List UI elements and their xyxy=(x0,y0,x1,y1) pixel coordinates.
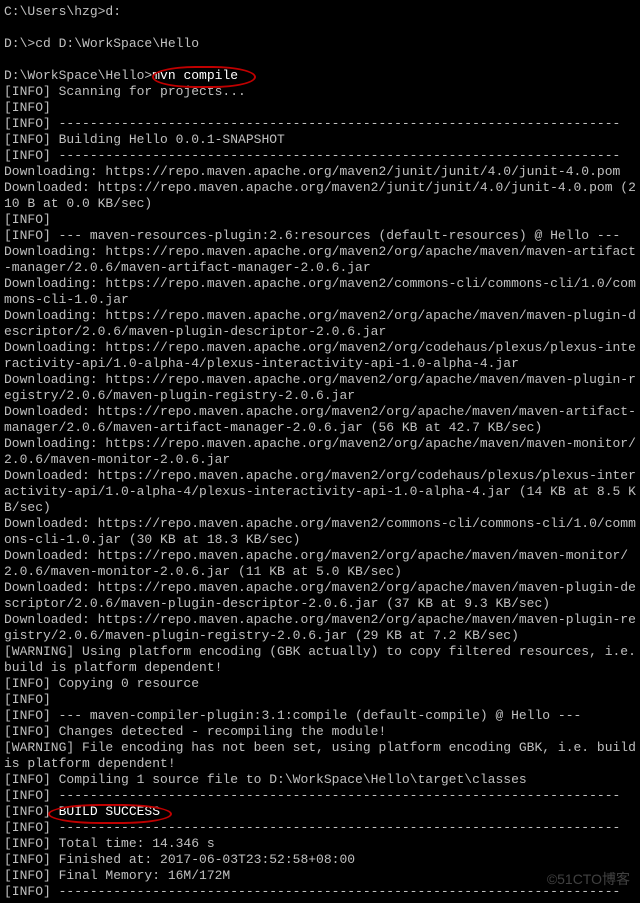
output-line: [INFO] Changes detected - recompiling th… xyxy=(4,724,386,739)
output-line: [INFO] Building Hello 0.0.1-SNAPSHOT xyxy=(4,132,285,147)
output-line: Downloaded: https://repo.maven.apache.or… xyxy=(4,516,636,547)
output-line: Downloading: https://repo.maven.apache.o… xyxy=(4,276,636,307)
terminal-output[interactable]: C:\Users\hzg>d: D:\>cd D:\WorkSpace\Hell… xyxy=(0,0,640,900)
output-line: Downloaded: https://repo.maven.apache.or… xyxy=(4,404,636,435)
prompt-line: D:\>cd D:\WorkSpace\Hello xyxy=(4,36,199,51)
output-line: [INFO] --- maven-compiler-plugin:3.1:com… xyxy=(4,708,581,723)
output-line: Downloaded: https://repo.maven.apache.or… xyxy=(4,180,636,211)
output-line: [INFO] Copying 0 resource xyxy=(4,676,199,691)
output-line: [INFO] xyxy=(4,100,51,115)
output-line: [INFO] xyxy=(4,212,51,227)
prompt-prefix: D:\WorkSpace\Hello> xyxy=(4,68,152,83)
success-prefix: [INFO] xyxy=(4,804,59,819)
output-line: Downloaded: https://repo.maven.apache.or… xyxy=(4,548,628,579)
output-line: [INFO] xyxy=(4,692,51,707)
output-line: Downloading: https://repo.maven.apache.o… xyxy=(4,308,636,339)
typed-command: mvn compile xyxy=(152,68,238,83)
output-line: [INFO] Final Memory: 16M/172M xyxy=(4,868,230,883)
output-line: Downloading: https://repo.maven.apache.o… xyxy=(4,372,636,403)
output-line: Downloading: https://repo.maven.apache.o… xyxy=(4,244,636,275)
output-line: [WARNING] Using platform encoding (GBK a… xyxy=(4,644,640,675)
output-line: [WARNING] File encoding has not been set… xyxy=(4,740,640,771)
output-line: [INFO] ---------------------------------… xyxy=(4,788,620,803)
build-success-label: BUILD SUCCESS xyxy=(59,804,160,819)
output-line: Downloading: https://repo.maven.apache.o… xyxy=(4,436,636,467)
output-line: [INFO] Compiling 1 source file to D:\Wor… xyxy=(4,772,527,787)
output-line: [INFO] Scanning for projects... xyxy=(4,84,246,99)
output-line: Downloaded: https://repo.maven.apache.or… xyxy=(4,468,636,515)
output-line: [INFO] ---------------------------------… xyxy=(4,148,620,163)
output-line: [INFO] ---------------------------------… xyxy=(4,820,620,835)
output-line: Downloaded: https://repo.maven.apache.or… xyxy=(4,612,636,643)
prompt-line: C:\Users\hzg>d: xyxy=(4,4,121,19)
output-line: Downloading: https://repo.maven.apache.o… xyxy=(4,340,636,371)
output-line: [INFO] Total time: 14.346 s xyxy=(4,836,215,851)
output-line: [INFO] --- maven-resources-plugin:2.6:re… xyxy=(4,228,620,243)
output-line: Downloading: https://repo.maven.apache.o… xyxy=(4,164,620,179)
output-line: [INFO] Finished at: 2017-06-03T23:52:58+… xyxy=(4,852,355,867)
output-line: Downloaded: https://repo.maven.apache.or… xyxy=(4,580,636,611)
output-line: [INFO] ---------------------------------… xyxy=(4,884,620,899)
output-line: [INFO] ---------------------------------… xyxy=(4,116,620,131)
